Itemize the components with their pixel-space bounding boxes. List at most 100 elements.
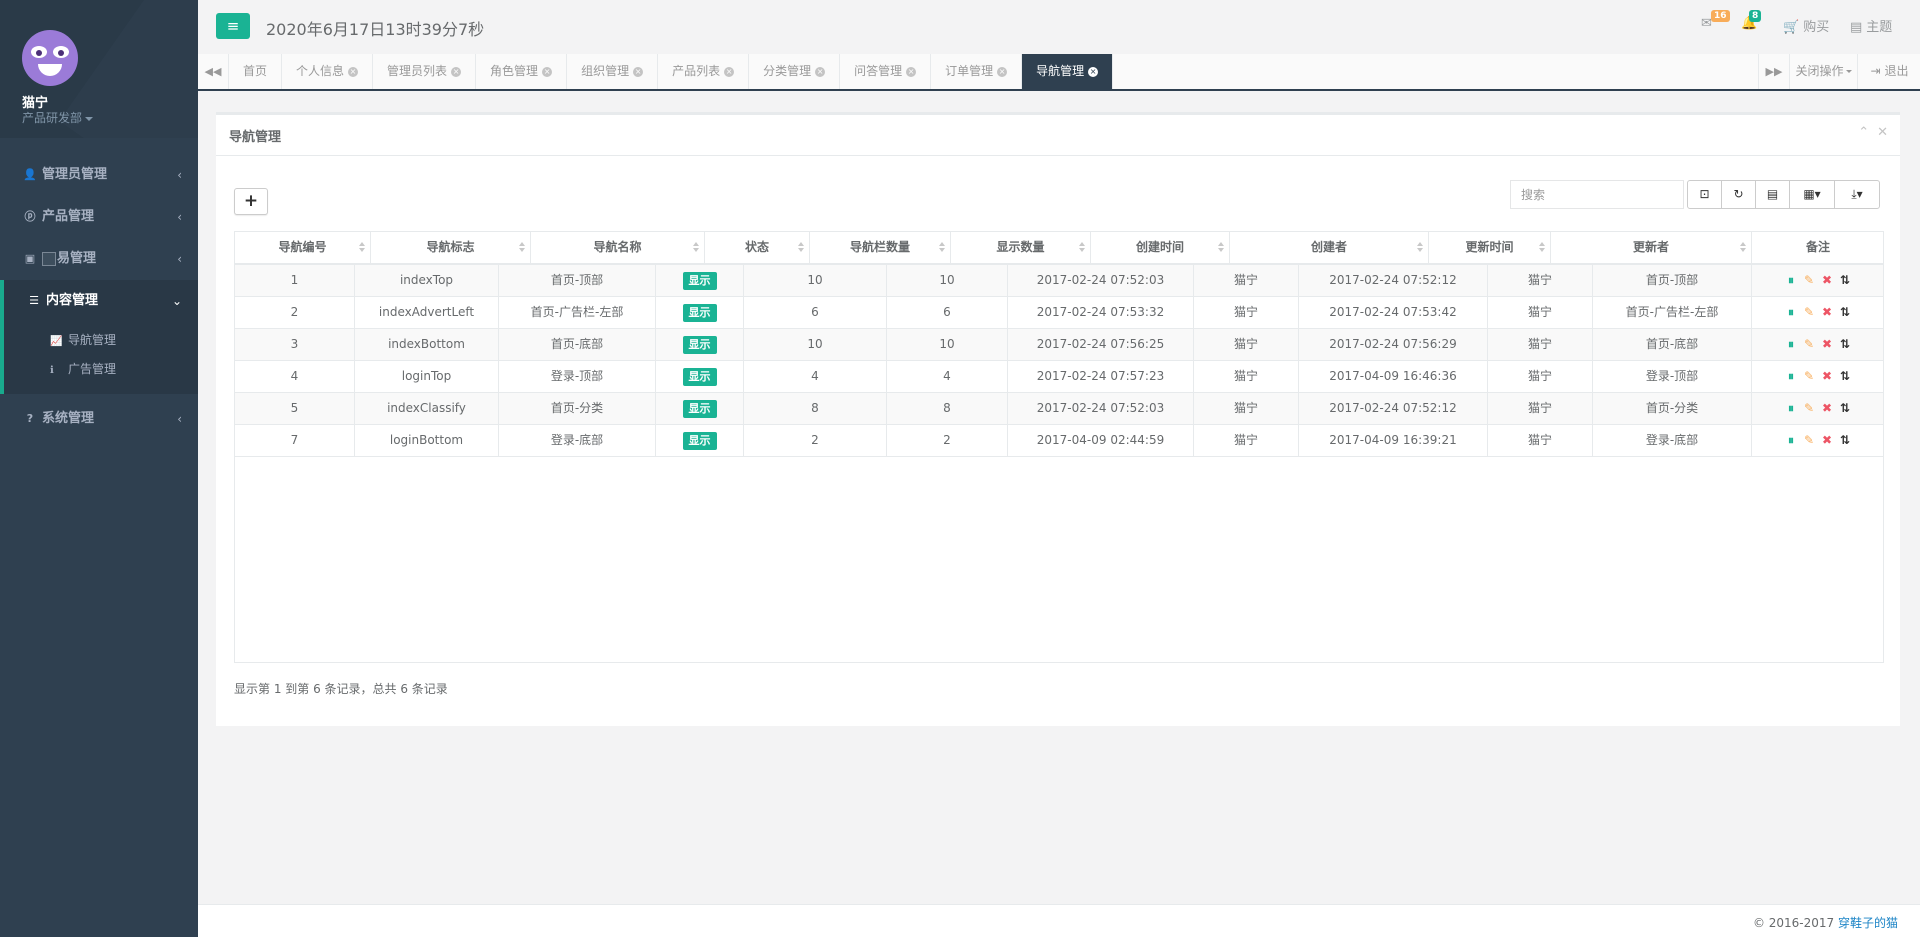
delete-icon[interactable]: ✖ — [1820, 425, 1834, 456]
table-row[interactable]: 2 indexAdvertLeft 首页-广告栏-左部 显示 6 6 2017-02-24 … — [235, 297, 1883, 329]
table-row[interactable]: 7 loginBottom 登录-底部 显示 2 2 2017-04-09 02:44:59… — [235, 425, 1883, 457]
close-icon[interactable]: × — [815, 66, 826, 77]
tab-scroll-left-button[interactable]: ◀◀ — [198, 54, 229, 89]
edit-icon[interactable]: ✎ — [1802, 329, 1816, 360]
pause-icon[interactable]: ⏸ — [1784, 265, 1798, 296]
buy-link[interactable]: 🛒 购买 — [1783, 16, 1829, 35]
tab-product-list[interactable]: 产品列表 × — [658, 54, 750, 89]
table-row[interactable]: 3 indexBottom 首页-底部 显示 10 10 2017-02-24 07:56:… — [235, 329, 1883, 361]
tab-nav[interactable]: 导航管理 × — [1022, 54, 1114, 89]
cell-value: 2017-04-09 16:46:36 — [1329, 369, 1457, 383]
column-header[interactable]: 导航标志 — [371, 232, 531, 263]
user-dept-dropdown[interactable]: 产品研发部 — [22, 109, 94, 126]
mail-button[interactable]: ✉ 16 — [1701, 10, 1730, 31]
mail-count-badge: 16 — [1711, 10, 1730, 22]
collapse-icon[interactable]: ⌃ — [1858, 125, 1869, 140]
column-header[interactable]: 创建者 — [1230, 232, 1429, 263]
edit-icon[interactable]: ✎ — [1802, 393, 1816, 424]
add-button[interactable]: + — [234, 188, 268, 215]
sidebar-item-product[interactable]: ⓟ 产品管理 ‹ — [0, 196, 198, 238]
table-row[interactable]: 4 loginTop 登录-顶部 显示 4 4 2017-02-24 07:57:23 猫宁 2… — [235, 361, 1883, 393]
close-icon[interactable]: × — [724, 66, 735, 77]
close-icon[interactable]: × — [451, 66, 462, 77]
close-ops-dropdown[interactable]: 关闭操作 — [1789, 54, 1857, 89]
avatar[interactable] — [22, 30, 78, 86]
tab-order[interactable]: 订单管理 × — [931, 54, 1023, 89]
close-icon[interactable]: × — [997, 66, 1008, 77]
sort-order-icon[interactable]: ⇅ — [1838, 361, 1852, 392]
theme-link[interactable]: ▤ 主题 — [1850, 16, 1892, 35]
tab-scroll-right-button[interactable]: ▶▶ — [1758, 54, 1789, 89]
menu-toggle-button[interactable]: ≡ — [216, 13, 250, 39]
sidebar-item-system[interactable]: ? 系统管理 ‹ — [0, 398, 198, 440]
column-header[interactable]: 更新时间 — [1429, 232, 1551, 263]
tab-qa[interactable]: 问答管理 × — [840, 54, 932, 89]
close-icon[interactable]: × — [348, 66, 359, 77]
table-cell: 3 — [235, 329, 355, 360]
tab-category[interactable]: 分类管理 × — [749, 54, 841, 89]
sort-order-icon[interactable]: ⇅ — [1838, 329, 1852, 360]
tab-role[interactable]: 角色管理 × — [476, 54, 568, 89]
tab-profile[interactable]: 个人信息 × — [282, 54, 374, 89]
close-icon[interactable]: × — [633, 66, 644, 77]
column-header[interactable]: 显示数量 — [951, 232, 1091, 263]
sidebar-item-label: 产品管理 — [42, 209, 95, 224]
pause-icon[interactable]: ⏸ — [1784, 297, 1798, 328]
notification-button[interactable]: 🔔 8 — [1741, 10, 1762, 31]
column-header[interactable]: 导航名称 — [531, 232, 705, 263]
close-icon[interactable]: × — [906, 66, 917, 77]
column-header[interactable]: 更新者 — [1551, 232, 1752, 263]
sidebar-item-label: 系统管理 — [42, 411, 95, 426]
column-header[interactable]: 导航编号 — [235, 232, 371, 263]
column-header[interactable]: 状态 — [705, 232, 810, 263]
table-cell: 显示 — [656, 329, 744, 360]
sidebar-item-content[interactable]: ☰ 内容管理 ⌄ — [0, 280, 198, 322]
tab-admin-list[interactable]: 管理员列表 × — [373, 54, 477, 89]
sort-order-icon[interactable]: ⇅ — [1838, 393, 1852, 424]
table-cell: 2017-02-24 07:53:32 — [1008, 297, 1194, 328]
close-icon[interactable]: × — [542, 66, 553, 77]
edit-icon[interactable]: ✎ — [1802, 361, 1816, 392]
column-header[interactable]: 导航栏数量 — [810, 232, 951, 263]
toggle-view-button[interactable]: ▤ — [1755, 180, 1790, 209]
toggle-pagination-button[interactable]: ⊡ — [1687, 180, 1722, 209]
delete-icon[interactable]: ✖ — [1820, 265, 1834, 296]
chevron-left-icon: ‹ — [177, 210, 182, 224]
close-icon[interactable]: × — [1088, 66, 1099, 77]
tab-home[interactable]: 首页 — [229, 54, 283, 89]
logout-button[interactable]: ⇥ 退出 — [1857, 54, 1920, 89]
pause-icon[interactable]: ⏸ — [1784, 361, 1798, 392]
column-header[interactable]: 备注 — [1752, 232, 1883, 263]
columns-dropdown[interactable]: ▦▾ — [1789, 180, 1835, 209]
close-icon[interactable]: ✕ — [1877, 125, 1888, 140]
sort-order-icon[interactable]: ⇅ — [1838, 265, 1852, 296]
delete-icon[interactable]: ✖ — [1820, 297, 1834, 328]
tab-org[interactable]: 组织管理 × — [567, 54, 659, 89]
pause-icon[interactable]: ⏸ — [1784, 425, 1798, 456]
pause-icon[interactable]: ⏸ — [1784, 393, 1798, 424]
edit-icon[interactable]: ✎ — [1802, 425, 1816, 456]
cell-value: 2017-04-09 16:39:21 — [1329, 433, 1457, 447]
cell-value: 猫宁 — [1233, 401, 1258, 415]
delete-icon[interactable]: ✖ — [1820, 329, 1834, 360]
column-header[interactable]: 创建时间 — [1091, 232, 1230, 263]
sort-order-icon[interactable]: ⇅ — [1838, 425, 1852, 456]
pause-icon[interactable]: ⏸ — [1784, 329, 1798, 360]
sidebar-subitem-nav[interactable]: 📈 导航管理 — [4, 326, 198, 355]
author-link[interactable]: 穿鞋子的猫 — [1838, 916, 1898, 930]
sort-order-icon[interactable]: ⇅ — [1838, 297, 1852, 328]
table-cell: 显示 — [656, 297, 744, 328]
delete-icon[interactable]: ✖ — [1820, 361, 1834, 392]
refresh-button[interactable]: ↻ — [1721, 180, 1756, 209]
table-row[interactable]: 1 indexTop 首页-顶部 显示 10 10 2017-02-24 07:52:03 猫… — [235, 265, 1883, 297]
edit-icon[interactable]: ✎ — [1802, 265, 1816, 296]
cell-value: indexAdvertLeft — [378, 305, 475, 319]
delete-icon[interactable]: ✖ — [1820, 393, 1834, 424]
edit-icon[interactable]: ✎ — [1802, 297, 1816, 328]
sidebar-subitem-ad[interactable]: ℹ 广告管理 — [4, 355, 198, 384]
table-row[interactable]: 5 indexClassify 首页-分类 显示 8 8 2017-02-24 07:52:… — [235, 393, 1883, 425]
search-input[interactable] — [1510, 180, 1684, 209]
sidebar-item-trade[interactable]: ▣ 易管理 ‹ — [0, 238, 198, 280]
sidebar-item-admin[interactable]: 👤 管理员管理 ‹ — [0, 154, 198, 196]
export-dropdown[interactable]: ⤓▾ — [1834, 180, 1880, 209]
